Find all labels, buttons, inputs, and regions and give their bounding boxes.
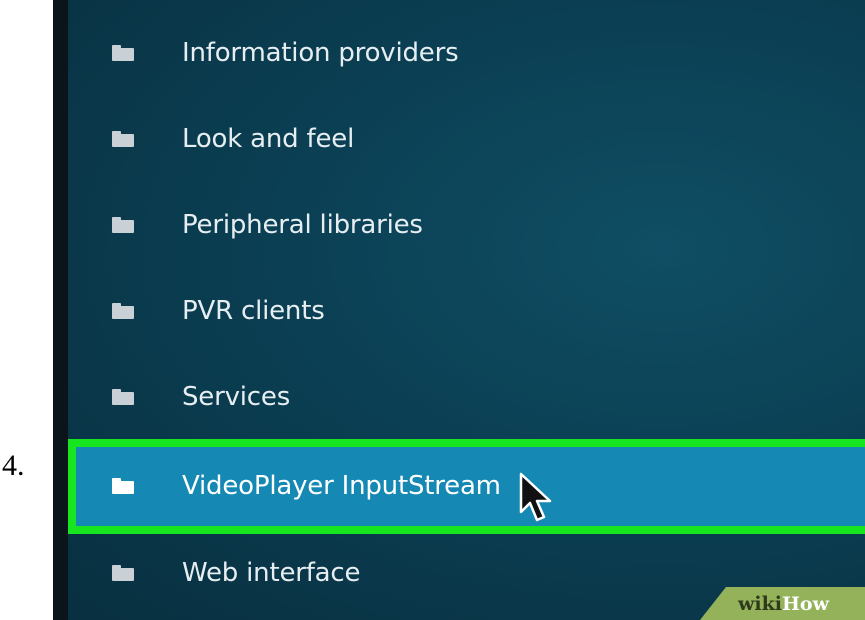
menu-item-label: Look and feel [182, 124, 355, 154]
menu-item-label: Services [182, 382, 291, 412]
folder-icon [112, 131, 134, 147]
addon-category-list: Information providers Look and feel Peri… [68, 0, 865, 620]
watermark-wiki: wiki [738, 593, 782, 615]
mouse-cursor-icon [519, 472, 552, 522]
folder-icon [112, 478, 134, 494]
menu-item-look-and-feel[interactable]: Look and feel [68, 96, 865, 182]
menu-item-peripheral-libraries[interactable]: Peripheral libraries [68, 182, 865, 268]
menu-item-label: Peripheral libraries [182, 210, 423, 240]
menu-item-label: VideoPlayer InputStream [182, 471, 501, 501]
wikihow-watermark: wikiHow [700, 587, 865, 620]
folder-icon [112, 565, 134, 581]
folder-icon [112, 303, 134, 319]
folder-icon [112, 45, 134, 61]
menu-item-videoplayer-inputstream[interactable]: VideoPlayer InputStream [68, 443, 865, 529]
folder-icon [112, 389, 134, 405]
menu-item-label: Information providers [182, 38, 459, 68]
menu-item-label: PVR clients [182, 296, 325, 326]
menu-item-pvr-clients[interactable]: PVR clients [68, 268, 865, 354]
watermark-text: wikiHow [738, 591, 829, 617]
watermark-how: How [781, 593, 829, 615]
screen-edge [53, 0, 68, 620]
menu-item-services[interactable]: Services [68, 354, 865, 440]
folder-icon [112, 217, 134, 233]
tutorial-frame: 4. Information providers Look and feel P… [0, 0, 865, 620]
menu-item-information-providers[interactable]: Information providers [68, 10, 865, 96]
menu-item-label: Web interface [182, 558, 361, 588]
step-number: 4. [2, 449, 25, 482]
kodi-screen: Information providers Look and feel Peri… [53, 0, 865, 620]
